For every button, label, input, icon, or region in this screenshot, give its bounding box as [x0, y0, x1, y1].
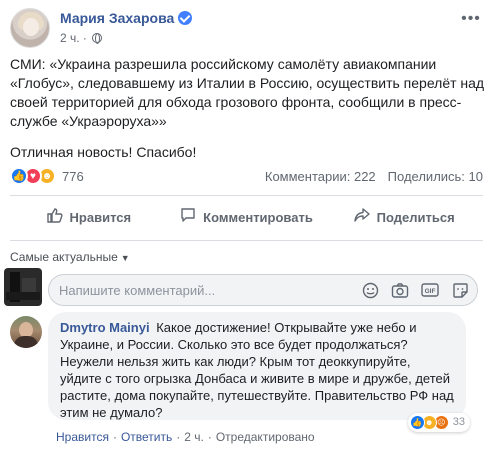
comment-reactions[interactable]: 👍 ☻ ☹ 33 [407, 413, 470, 432]
post-meta: 2 ч. · [60, 31, 103, 45]
like-reaction-icon: 👍 [10, 167, 28, 185]
comment-like-link[interactable]: Нравится [56, 430, 109, 444]
post-body: СМИ: «Украина разрешила российскому само… [10, 55, 486, 174]
post-time[interactable]: 2 ч. [60, 31, 80, 45]
globe-icon [92, 33, 103, 44]
comment-reactions-count: 33 [452, 416, 465, 428]
divider [10, 240, 483, 241]
comments-sort-dropdown[interactable]: Самые актуальные ▼ [10, 250, 130, 264]
author-name[interactable]: Мария Захарова [60, 10, 193, 26]
comment-bubble: Dmytro Mainyi Какое достижение! Открывай… [48, 312, 470, 432]
comment-composer: GIF [48, 274, 478, 306]
comment-text: Какое достижение! Открывайте уже небо и … [60, 320, 454, 420]
current-user-avatar [4, 268, 42, 306]
post-paragraph-1: СМИ: «Украина разрешила российскому само… [10, 56, 485, 129]
comment-reply-link[interactable]: Ответить [121, 430, 172, 444]
post-stats: 👍 ♥ ☻ 776 Комментарии: 222 Поделились: 10 [10, 166, 483, 188]
post-paragraph-2: Отличная новость! Спасибо! [10, 144, 197, 160]
like-label: Нравится [69, 209, 132, 225]
comment-input[interactable] [59, 281, 349, 299]
comment-time[interactable]: 2 ч. [184, 430, 204, 444]
svg-text:GIF: GIF [425, 288, 436, 295]
camera-icon[interactable] [391, 281, 409, 299]
reactions-summary[interactable]: 👍 ♥ ☻ 776 [10, 167, 84, 185]
post-header: Мария Захарова 2 ч. · ••• [10, 8, 483, 52]
like-button[interactable]: Нравится [10, 200, 168, 234]
share-label: Поделиться [376, 209, 455, 225]
comment-button[interactable]: Комментировать [168, 200, 326, 234]
shares-count[interactable]: Поделились: 10 [388, 169, 483, 184]
verified-badge-icon [178, 11, 193, 25]
sticker-icon[interactable] [451, 281, 469, 299]
emoji-icon[interactable] [361, 281, 379, 299]
commenter-avatar[interactable] [10, 316, 42, 348]
comment-icon [180, 207, 196, 228]
reactions-count[interactable]: 776 [62, 169, 84, 184]
author-avatar[interactable] [10, 8, 50, 48]
gif-icon[interactable]: GIF [421, 281, 439, 299]
like-reaction-icon: 👍 [409, 415, 425, 430]
divider [10, 195, 483, 196]
post-actions: Нравится Комментировать Поделиться [10, 200, 483, 234]
comment-actions: Нравится · Ответить · 2 ч. · Отредактировано [56, 430, 315, 444]
like-icon [46, 207, 63, 228]
comments-count[interactable]: Комментарии: 222 [265, 169, 376, 184]
author-name-label[interactable]: Мария Захарова [60, 10, 174, 26]
sort-label: Самые актуальные [10, 250, 118, 264]
share-icon [353, 207, 370, 228]
chevron-down-icon: ▼ [120, 253, 130, 263]
comment-edited[interactable]: Отредактировано [216, 430, 315, 444]
more-options-icon[interactable]: ••• [459, 11, 483, 28]
commenter-name[interactable]: Dmytro Mainyi [60, 320, 150, 335]
share-button[interactable]: Поделиться [325, 200, 483, 234]
comment-label: Комментировать [203, 209, 313, 225]
